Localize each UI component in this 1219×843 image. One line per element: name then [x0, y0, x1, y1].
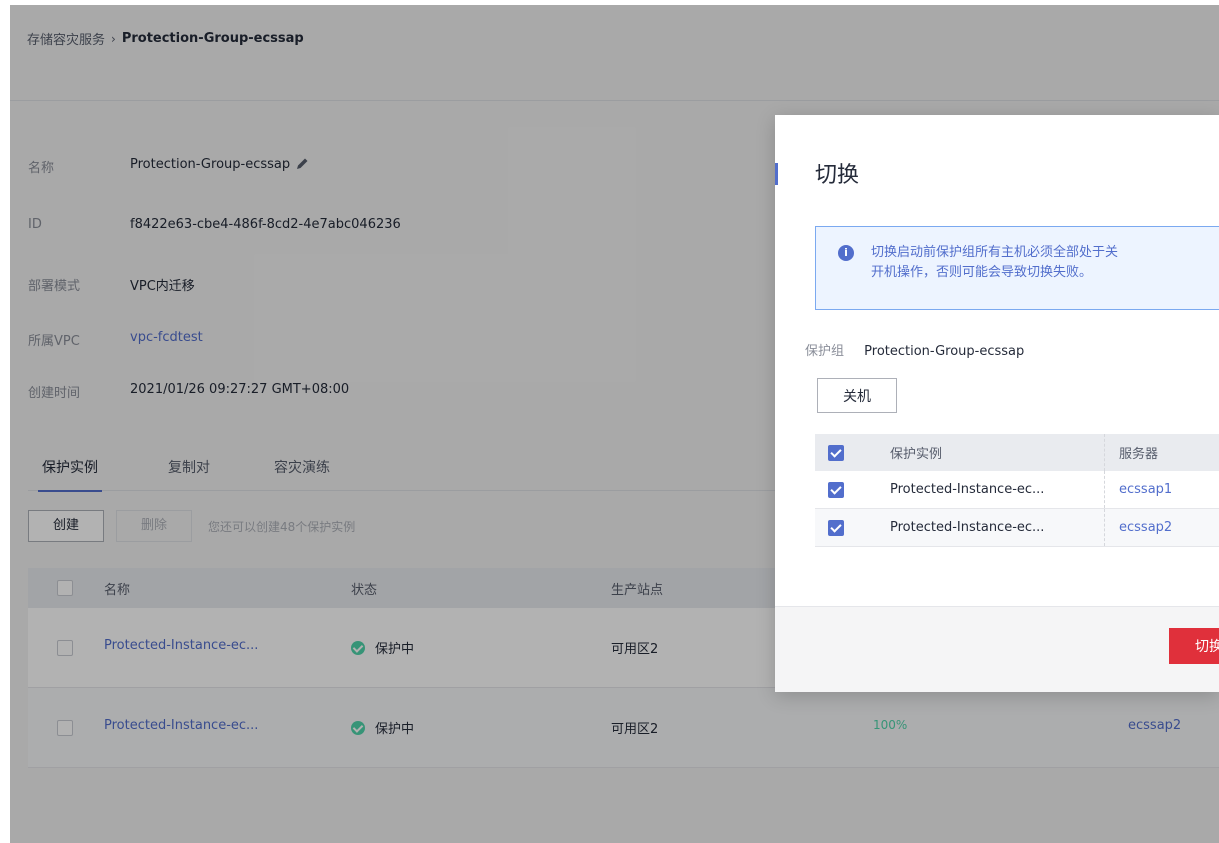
status-text: 保护中 — [375, 722, 415, 737]
checkbox-checked-icon — [828, 519, 844, 536]
info-row-id: ID f8422e63-cbe4-486f-8cd2-4e7abc046236 — [28, 217, 401, 232]
status-text: 保护中 — [375, 642, 415, 657]
switchover-confirm-button[interactable]: 切换 — [1169, 628, 1219, 664]
info-row-created: 创建时间 2021/01/26 09:27:27 GMT+08:00 — [28, 382, 349, 401]
header-site: 生产站点 — [611, 583, 664, 598]
instance-name-link[interactable]: Protected-Instance-ec... — [104, 638, 258, 653]
dialog-title: 切换 — [815, 163, 860, 188]
check-circle-icon — [351, 721, 365, 735]
tab-replication-pairs[interactable]: 复制对 — [168, 455, 210, 491]
edit-pencil-icon[interactable] — [295, 157, 309, 176]
checkbox-checked-icon — [828, 444, 844, 461]
name-label: 名称 — [28, 161, 55, 176]
column-divider — [1104, 434, 1105, 471]
header-select-all-checkbox[interactable] — [828, 434, 844, 471]
protection-group-label: 保护组 — [805, 344, 845, 359]
column-divider — [1104, 509, 1105, 546]
table-row: Protected-Instance-ec... 保护中 可用区2 100% e… — [28, 688, 1219, 768]
mode-value: VPC内迁移 — [130, 279, 195, 294]
header-name: 名称 — [104, 583, 131, 598]
site-cell: 可用区2 — [611, 722, 659, 737]
row-checkbox[interactable] — [828, 471, 844, 508]
table-row: Protected-Instance-ec... ecssap2 — [815, 509, 1219, 547]
tab-dr-drill[interactable]: 容灾演练 — [274, 455, 330, 491]
info-row-name: 名称 Protection-Group-ecssap — [28, 157, 309, 176]
dialog-table-header: 保护实例 服务器 — [815, 434, 1219, 471]
header-instance: 保护实例 — [890, 447, 943, 462]
progress-cell: 100% — [873, 718, 908, 732]
delete-button[interactable]: 删除 — [116, 510, 193, 542]
protection-group-value: Protection-Group-ecssap — [864, 344, 1025, 359]
checkbox-checked-icon — [828, 481, 844, 498]
info-row-vpc: 所属VPC vpc-fcdtest — [28, 330, 203, 349]
server-link[interactable]: ecssap2 — [1119, 509, 1172, 546]
switchover-dialog: 切换 i 切换启动前保护组所有主机必须全部处于关 开机操作，否则可能会导致切换失… — [775, 115, 1219, 692]
breadcrumb-separator: › — [111, 31, 116, 46]
alert-text: 切换启动前保护组所有主机必须全部处于关 开机操作，否则可能会导致切换失败。 — [871, 243, 1118, 283]
created-value: 2021/01/26 09:27:27 GMT+08:00 — [130, 382, 350, 397]
server-link[interactable]: ecssap2 — [1128, 718, 1181, 733]
dialog-accent-bar — [775, 163, 778, 185]
mode-label: 部署模式 — [28, 279, 81, 294]
breadcrumb-parent-link[interactable]: 存储容灾服务 — [27, 29, 105, 48]
row-checkbox[interactable] — [828, 509, 844, 546]
dialog-instances-table: 保护实例 服务器 Protected-Instance-ec... ecssap… — [815, 434, 1219, 547]
protection-group-row: 保护组 Protection-Group-ecssap — [805, 340, 1024, 359]
quota-text: 您还可以创建48个保护实例 — [208, 519, 356, 534]
info-row-mode: 部署模式 VPC内迁移 — [28, 275, 195, 294]
tab-protected-instances[interactable]: 保护实例 — [38, 455, 102, 492]
site-cell: 可用区2 — [611, 642, 659, 657]
shutdown-button[interactable]: 关机 — [817, 378, 897, 413]
breadcrumb: 存储容灾服务 › Protection-Group-ecssap — [27, 29, 304, 48]
header-divider — [10, 100, 1219, 101]
column-divider — [1104, 471, 1105, 508]
dialog-footer: 切换 — [775, 606, 1219, 692]
alert-line-2: 开机操作，否则可能会导致切换失败。 — [871, 265, 1093, 280]
created-label: 创建时间 — [28, 386, 81, 401]
server-link[interactable]: ecssap1 — [1119, 471, 1172, 508]
toolbar: 创建 删除 您还可以创建48个保护实例 — [28, 510, 355, 542]
id-value: f8422e63-cbe4-486f-8cd2-4e7abc046236 — [130, 217, 401, 232]
vpc-label: 所属VPC — [28, 334, 80, 349]
row-checkbox[interactable] — [57, 720, 73, 736]
check-circle-icon — [351, 641, 365, 655]
instance-name: Protected-Instance-ec... — [890, 482, 1045, 497]
instance-name-link[interactable]: Protected-Instance-ec... — [104, 718, 258, 733]
alert-line-1: 切换启动前保护组所有主机必须全部处于关 — [871, 245, 1119, 260]
vpc-link[interactable]: vpc-fcdtest — [130, 330, 203, 349]
table-row: Protected-Instance-ec... ecssap1 — [815, 471, 1219, 509]
info-icon: i — [838, 245, 854, 261]
instance-name: Protected-Instance-ec... — [890, 520, 1045, 535]
id-label: ID — [28, 217, 42, 232]
header-status: 状态 — [351, 583, 378, 598]
create-button[interactable]: 创建 — [28, 510, 105, 542]
status-cell: 保护中 — [351, 638, 414, 657]
select-all-checkbox[interactable] — [57, 580, 73, 596]
warning-alert: i 切换启动前保护组所有主机必须全部处于关 开机操作，否则可能会导致切换失败。 — [815, 226, 1219, 310]
status-cell: 保护中 — [351, 718, 414, 737]
breadcrumb-current: Protection-Group-ecssap — [121, 31, 304, 46]
row-checkbox[interactable] — [57, 640, 73, 656]
name-value: Protection-Group-ecssap — [130, 157, 291, 172]
header-server: 服务器 — [1119, 447, 1159, 462]
